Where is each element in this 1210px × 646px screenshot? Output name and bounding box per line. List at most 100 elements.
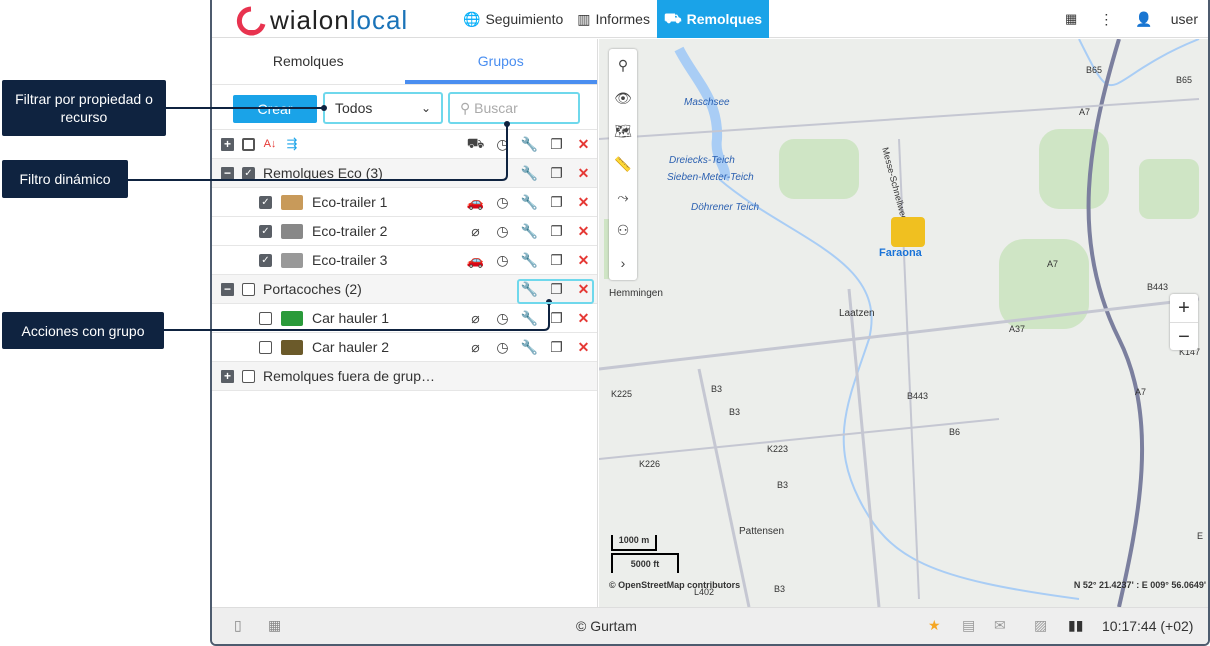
car-status-icon: 🚗 [466,193,485,210]
group-checkbox[interactable] [242,282,255,296]
trailer-thumbnail [281,339,303,355]
geofence-icon[interactable]: ⚇ [609,214,637,247]
chevron-down-icon: ⌄ [420,101,431,115]
expand-icon[interactable]: + [221,369,234,383]
unlinked-icon: ⌀ [471,222,480,239]
clock-icon[interactable]: ◷ [489,310,516,327]
map-search-icon[interactable]: ⚲ [609,49,637,82]
user-icon: 👤 [1135,10,1153,27]
list-item[interactable]: Car hauler 1 ⌀ ◷ 🔧 ❐ ✕ [212,304,597,333]
group-row[interactable]: − ✓ Remolques Eco (3) 🔧 ❐ ✕ [212,159,597,188]
left-panel: Remolques Grupos Crear Todos ⌄ ⚲ Buscar +… [212,39,598,607]
map-tiles [599,39,1200,607]
zoom-out-button[interactable]: − [1170,322,1198,350]
copy-icon[interactable]: ❐ [543,252,570,269]
wrench-icon[interactable]: 🔧 [516,223,543,240]
group-checkbox[interactable]: ✓ [242,166,255,180]
list-item[interactable]: ✓ Eco-trailer 3 🚗 ◷ 🔧 ❐ ✕ [212,246,597,275]
wrench-icon[interactable]: 🔧 [516,252,543,269]
delete-icon[interactable]: ✕ [570,310,597,327]
create-button[interactable]: Crear [233,95,317,123]
star-icon[interactable]: ★ [928,617,941,634]
copy-icon[interactable]: ❐ [543,339,570,356]
trailer-icon: ⛟ [663,9,682,26]
delete-icon[interactable]: ✕ [570,339,597,356]
callout-filter: Filtrar por propiedad o recurso [2,80,166,136]
app-window: wialonlocal 🌐 Seguimiento ▥ Informes ⛟ Remo… [210,0,1210,646]
logo[interactable]: wialonlocal [236,5,408,36]
trailer-column-icon[interactable]: ⛟ [462,135,489,154]
messages-icon[interactable]: ✉ [994,617,1006,634]
group-row[interactable]: + Remolques fuera de grup… [212,362,597,391]
zoom-in-button[interactable]: + [1170,294,1198,322]
copy-icon[interactable]: ❐ [543,281,570,298]
map-layers-icon[interactable]: 🗺 [609,115,637,148]
notifications-icon[interactable]: ▤ [962,617,975,634]
clock-icon[interactable]: ◷ [489,194,516,211]
more-menu-icon[interactable]: ⋮ [1099,11,1113,28]
trailer-thumbnail [281,252,303,268]
group-checkbox[interactable] [242,369,255,383]
select-all-icon[interactable] [242,137,255,151]
item-checkbox[interactable]: ✓ [259,253,272,267]
search-input[interactable]: ⚲ Buscar [448,92,580,124]
group-tree-icon[interactable]: ⇶ [285,137,299,151]
callout-group-actions: Acciones con grupo [2,312,164,349]
delete-column-icon[interactable]: ✕ [570,136,597,153]
copy-icon[interactable]: ❐ [543,165,570,182]
item-checkbox[interactable]: ✓ [259,195,272,209]
copy-icon[interactable]: ❐ [543,194,570,211]
layout-icon[interactable]: ▮▮ [1068,617,1083,634]
collapse-icon[interactable]: − [221,166,234,180]
clock-icon[interactable]: ◷ [489,252,516,269]
delete-icon[interactable]: ✕ [570,165,597,182]
car-status-icon: 🚗 [466,251,485,268]
filter-select[interactable]: Todos ⌄ [323,92,443,124]
ruler-icon[interactable]: 📏 [609,148,637,181]
delete-icon[interactable]: ✕ [570,223,597,240]
clock-icon[interactable]: ◷ [489,339,516,356]
sort-az-icon[interactable]: A↓ [263,137,277,151]
tab-grupos[interactable]: Grupos [404,39,597,84]
group-row[interactable]: − Portacoches (2) 🔧 ❐ ✕ [212,275,597,304]
panel-toggle-icon[interactable]: ▯ [234,617,242,634]
item-checkbox[interactable] [259,311,272,325]
delete-icon[interactable]: ✕ [570,281,597,298]
route-icon[interactable]: ⤳ [609,181,637,214]
copy-icon[interactable]: ❐ [543,310,570,327]
expand-all-icon[interactable]: + [221,137,234,151]
visibility-icon[interactable]: 👁 [609,82,637,115]
clock-column-icon[interactable]: ◷ [489,136,516,153]
user-menu[interactable]: 👤 user [1135,11,1198,28]
wrench-column-icon[interactable]: 🔧 [516,136,543,153]
wrench-icon[interactable]: 🔧 [516,194,543,211]
gallery-icon[interactable]: ▨ [1034,617,1047,634]
main-nav: 🌐 Seguimiento ▥ Informes ⛟ Remolques [456,0,770,38]
wrench-icon[interactable]: 🔧 [516,310,543,327]
wrench-icon[interactable]: 🔧 [516,281,543,298]
unit-marker-icon[interactable] [891,217,925,247]
apps-grid-icon[interactable]: ▦ [1065,11,1077,27]
nav-remolques[interactable]: ⛟ Remolques [656,0,770,38]
list-item[interactable]: Car hauler 2 ⌀ ◷ 🔧 ❐ ✕ [212,333,597,362]
nav-seguimiento[interactable]: 🌐 Seguimiento [456,0,570,38]
copy-icon[interactable]: ❐ [543,223,570,240]
item-checkbox[interactable] [259,340,272,354]
delete-icon[interactable]: ✕ [570,252,597,269]
logo-icon [236,6,266,35]
copy-column-icon[interactable]: ❐ [543,136,570,153]
delete-icon[interactable]: ✕ [570,194,597,211]
list-item[interactable]: ✓ Eco-trailer 2 ⌀ ◷ 🔧 ❐ ✕ [212,217,597,246]
map[interactable]: Maschsee Dreiecks-Teich Sieben-Meter-Tei… [599,39,1208,607]
collapse-icon[interactable]: − [221,282,234,296]
tab-remolques[interactable]: Remolques [212,39,405,84]
wrench-icon[interactable]: 🔧 [516,339,543,356]
nav-informes[interactable]: ▥ Informes [570,0,657,38]
item-checkbox[interactable]: ✓ [259,224,272,238]
list-item[interactable]: ✓ Eco-trailer 1 🚗 ◷ 🔧 ❐ ✕ [212,188,597,217]
chevron-right-icon[interactable]: › [609,247,637,280]
grid-icon[interactable]: ▦ [268,617,281,634]
clock-icon[interactable]: ◷ [489,223,516,240]
wrench-icon[interactable]: 🔧 [516,165,543,182]
unlinked-icon: ⌀ [471,338,480,355]
